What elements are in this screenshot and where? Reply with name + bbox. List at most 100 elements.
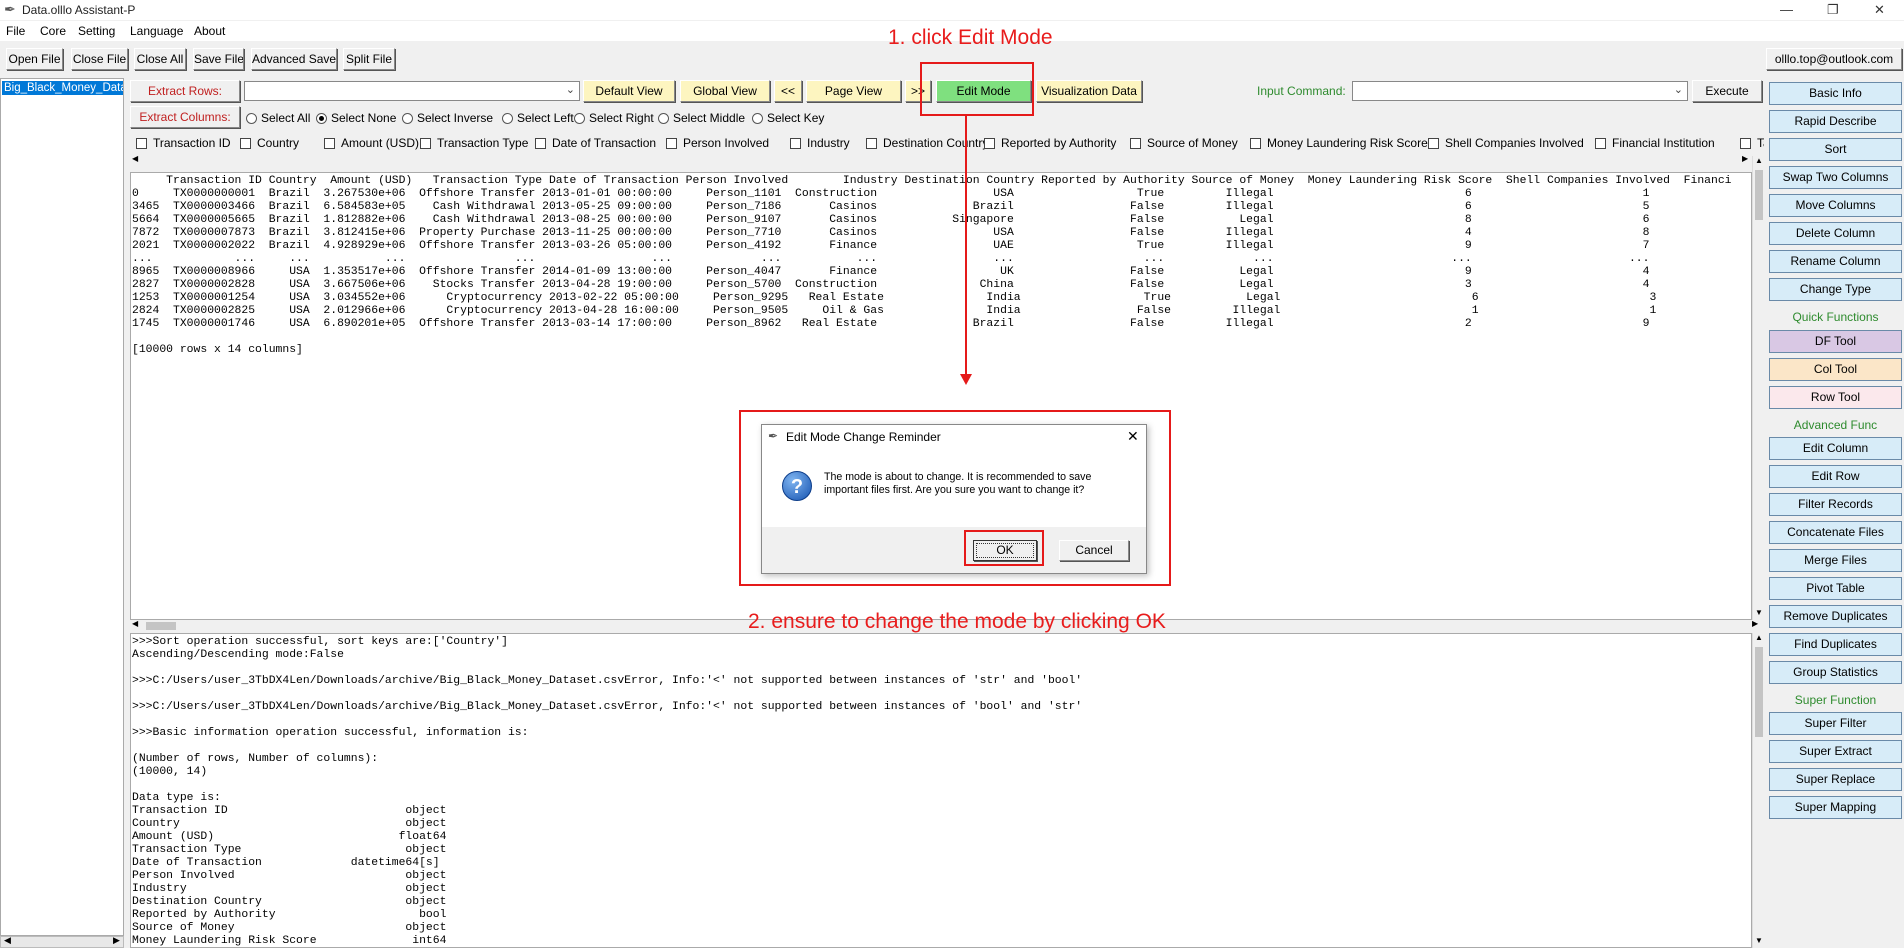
pivot-table-button[interactable]: Pivot Table [1769, 577, 1902, 600]
default-view-button[interactable]: Default View [583, 80, 675, 102]
scroll-thumb[interactable] [146, 622, 176, 630]
column-checkbox[interactable]: Transaction ID [136, 136, 231, 150]
scroll-up-icon[interactable]: ▲ [1755, 633, 1763, 642]
radio-select-key[interactable]: Select Key [752, 111, 824, 125]
scroll-up-icon[interactable]: ▲ [1755, 156, 1763, 165]
checkbox-box[interactable] [1130, 138, 1141, 149]
save-file-button[interactable]: Save File [193, 48, 244, 70]
radio-indicator[interactable] [402, 113, 413, 124]
radio-indicator[interactable] [574, 113, 585, 124]
swap-two-columns-button[interactable]: Swap Two Columns [1769, 166, 1902, 189]
rapid-describe-button[interactable]: Rapid Describe [1769, 110, 1902, 133]
super-filter-button[interactable]: Super Filter [1769, 712, 1902, 735]
menu-setting[interactable]: Setting [78, 24, 115, 38]
menu-about[interactable]: About [194, 24, 225, 38]
column-checkbox[interactable]: Person Involved [666, 136, 769, 150]
concatenate-files-button[interactable]: Concatenate Files [1769, 521, 1902, 544]
chevron-down-icon[interactable]: ⌄ [1674, 83, 1683, 96]
remove-duplicates-button[interactable]: Remove Duplicates [1769, 605, 1902, 628]
column-checkbox[interactable]: Shell Companies Involved [1428, 136, 1584, 150]
restore-icon[interactable]: ❐ [1827, 2, 1839, 18]
checkbox-box[interactable] [324, 138, 335, 149]
scroll-left-icon[interactable]: ◀ [132, 619, 138, 628]
advanced-save-button[interactable]: Advanced Save [251, 48, 337, 70]
column-checkbox[interactable]: Date of Transaction [535, 136, 656, 150]
column-checkbox[interactable]: Money Laundering Risk Score [1250, 136, 1428, 150]
radio-select-none[interactable]: Select None [316, 111, 396, 125]
input-command-combobox[interactable]: ⌄ [1352, 81, 1688, 101]
radio-select-middle[interactable]: Select Middle [658, 111, 745, 125]
radio-indicator[interactable] [246, 113, 257, 124]
radio-indicator[interactable] [316, 113, 327, 124]
change-type-button[interactable]: Change Type [1769, 278, 1902, 301]
radio-indicator[interactable] [752, 113, 763, 124]
column-checkbox[interactable]: Amount (USD) [324, 136, 419, 150]
scroll-thumb[interactable] [1755, 170, 1763, 220]
super-extract-button[interactable]: Super Extract [1769, 740, 1902, 763]
merge-files-button[interactable]: Merge Files [1769, 549, 1902, 572]
row-tool-button[interactable]: Row Tool [1769, 386, 1902, 409]
split-file-button[interactable]: Split File [343, 48, 395, 70]
edit-column-button[interactable]: Edit Column [1769, 437, 1902, 460]
scroll-left-icon[interactable]: ◀ [4, 935, 11, 946]
column-checkbox[interactable]: Destination Country [866, 136, 988, 150]
menu-file[interactable]: File [6, 24, 25, 38]
checkbox-box[interactable] [535, 138, 546, 149]
scroll-down-icon[interactable]: ▼ [1755, 936, 1763, 945]
col-tool-button[interactable]: Col Tool [1769, 358, 1902, 381]
find-duplicates-button[interactable]: Find Duplicates [1769, 633, 1902, 656]
column-checkbox[interactable]: Industry [790, 136, 850, 150]
radio-select-right[interactable]: Select Right [574, 111, 654, 125]
execute-button[interactable]: Execute [1692, 80, 1762, 102]
column-checkbox[interactable]: Financial Institution [1595, 136, 1715, 150]
table-vertical-scrollbar[interactable]: ▲ ▼ [1752, 156, 1764, 620]
checkbox-box[interactable] [790, 138, 801, 149]
extract-rows-button[interactable]: Extract Rows: [130, 80, 240, 102]
filter-records-button[interactable]: Filter Records [1769, 493, 1902, 516]
extract-rows-combobox[interactable]: ⌄ [244, 81, 580, 101]
delete-column-button[interactable]: Delete Column [1769, 222, 1902, 245]
super-replace-button[interactable]: Super Replace [1769, 768, 1902, 791]
column-checkbox[interactable]: Country [240, 136, 299, 150]
visualization-data-button[interactable]: Visualization Data [1036, 80, 1142, 102]
scroll-down-icon[interactable]: ▼ [1755, 608, 1763, 617]
radio-select-all[interactable]: Select All [246, 111, 310, 125]
file-list-scrollbar[interactable]: ◀ ▶ [0, 935, 124, 948]
minimize-icon[interactable]: — [1780, 2, 1793, 17]
move-columns-button[interactable]: Move Columns [1769, 194, 1902, 217]
open-file-button[interactable]: Open File [6, 48, 63, 70]
scroll-right-icon[interactable]: ▶ [113, 935, 120, 946]
radio-indicator[interactable] [658, 113, 669, 124]
checkbox-box[interactable] [984, 138, 995, 149]
scroll-right-icon[interactable]: ▶ [1742, 154, 1748, 163]
checkbox-box[interactable] [666, 138, 677, 149]
table-top-scrollbar[interactable]: ◀ ▶ [130, 154, 1752, 167]
edit-row-button[interactable]: Edit Row [1769, 465, 1902, 488]
basic-info-button[interactable]: Basic Info [1769, 82, 1902, 105]
column-checkbox[interactable]: Tax H [1740, 136, 1764, 150]
checkbox-box[interactable] [1595, 138, 1606, 149]
close-icon[interactable]: ✕ [1874, 2, 1885, 18]
checkbox-box[interactable] [240, 138, 251, 149]
close-all-button[interactable]: Close All [134, 48, 186, 70]
dialog-cancel-button[interactable]: Cancel [1059, 540, 1129, 561]
df-tool-button[interactable]: DF Tool [1769, 330, 1902, 353]
scroll-right-icon[interactable]: ▶ [1752, 619, 1758, 628]
group-statistics-button[interactable]: Group Statistics [1769, 661, 1902, 684]
checkbox-box[interactable] [420, 138, 431, 149]
prev-page-button[interactable]: << [774, 80, 802, 102]
scroll-left-icon[interactable]: ◀ [132, 154, 138, 163]
checkbox-box[interactable] [1428, 138, 1439, 149]
super-mapping-button[interactable]: Super Mapping [1769, 796, 1902, 819]
dialog-close-icon[interactable]: ✕ [1127, 428, 1139, 445]
radio-select-left[interactable]: Select Left [502, 111, 574, 125]
scroll-thumb[interactable] [1755, 647, 1763, 737]
global-view-button[interactable]: Global View [680, 80, 770, 102]
radio-select-inverse[interactable]: Select Inverse [402, 111, 493, 125]
menu-core[interactable]: Core [40, 24, 66, 38]
checkbox-box[interactable] [866, 138, 877, 149]
page-view-button[interactable]: Page View [806, 80, 901, 102]
rename-column-button[interactable]: Rename Column [1769, 250, 1902, 273]
checkbox-box[interactable] [1740, 138, 1751, 149]
column-checkbox[interactable]: Transaction Type [420, 136, 528, 150]
